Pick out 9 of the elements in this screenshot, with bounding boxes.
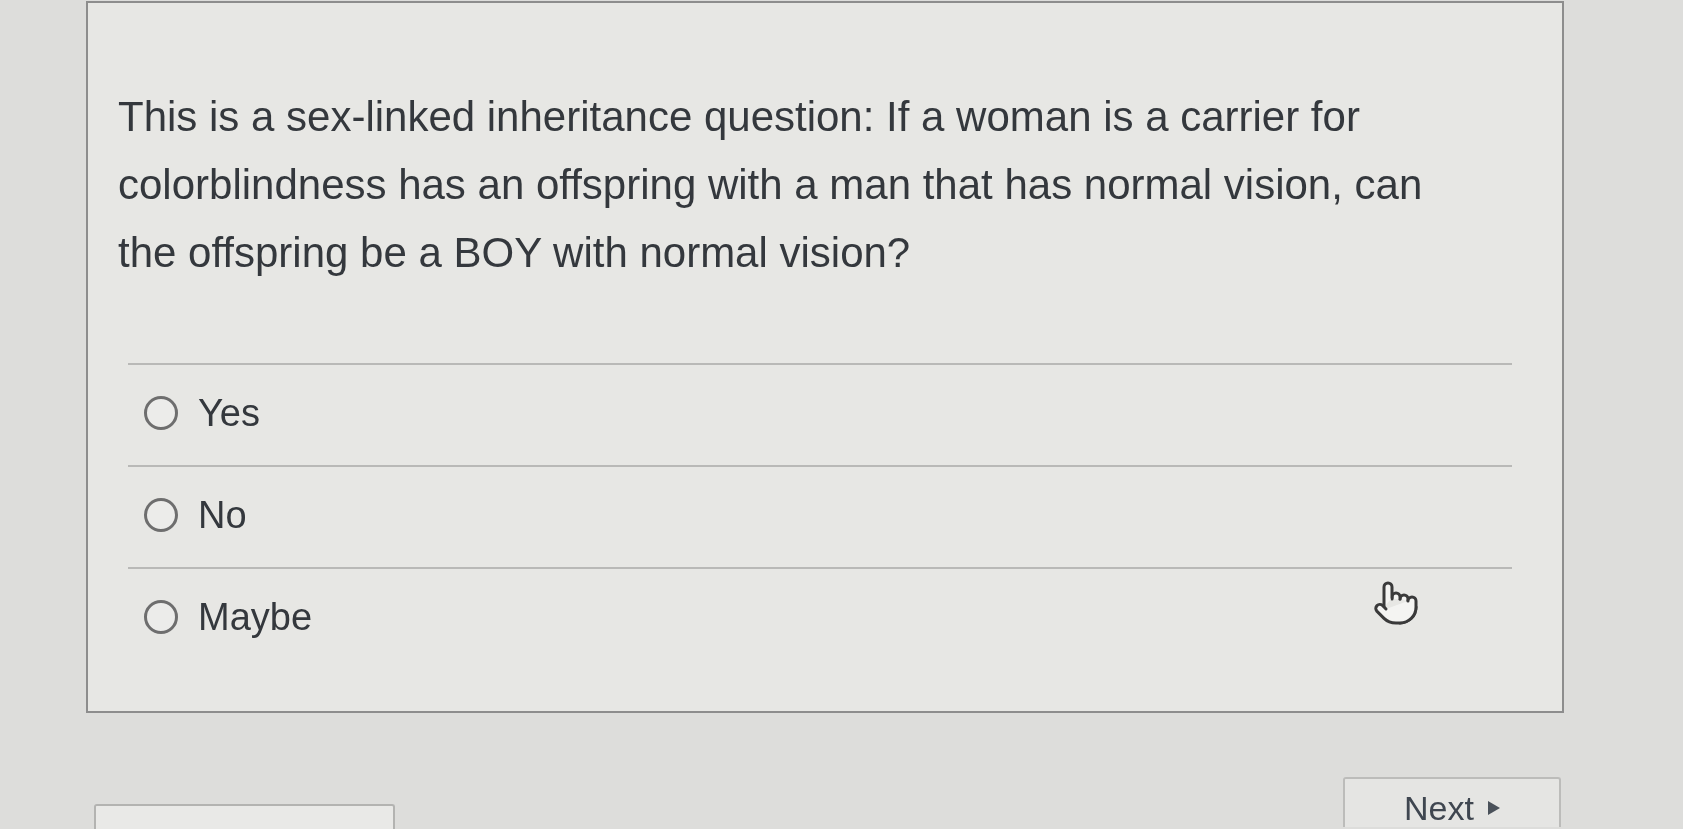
radio-button[interactable] [144, 396, 178, 430]
option-label[interactable]: Maybe [198, 595, 313, 639]
option-label[interactable]: Yes [198, 391, 260, 435]
radio-button[interactable] [144, 498, 178, 532]
next-button[interactable]: Next [1343, 777, 1561, 827]
triangle-right-icon [1487, 801, 1500, 815]
question-text: This is a sex-linked inheritance question: If a woman is a carrier for colorblindness has an offspring with a man that has normal vision, can the offspring be a BOY with normal vision? [118, 92, 1424, 278]
radio-button[interactable] [144, 600, 178, 634]
option-label[interactable]: No [198, 493, 247, 537]
